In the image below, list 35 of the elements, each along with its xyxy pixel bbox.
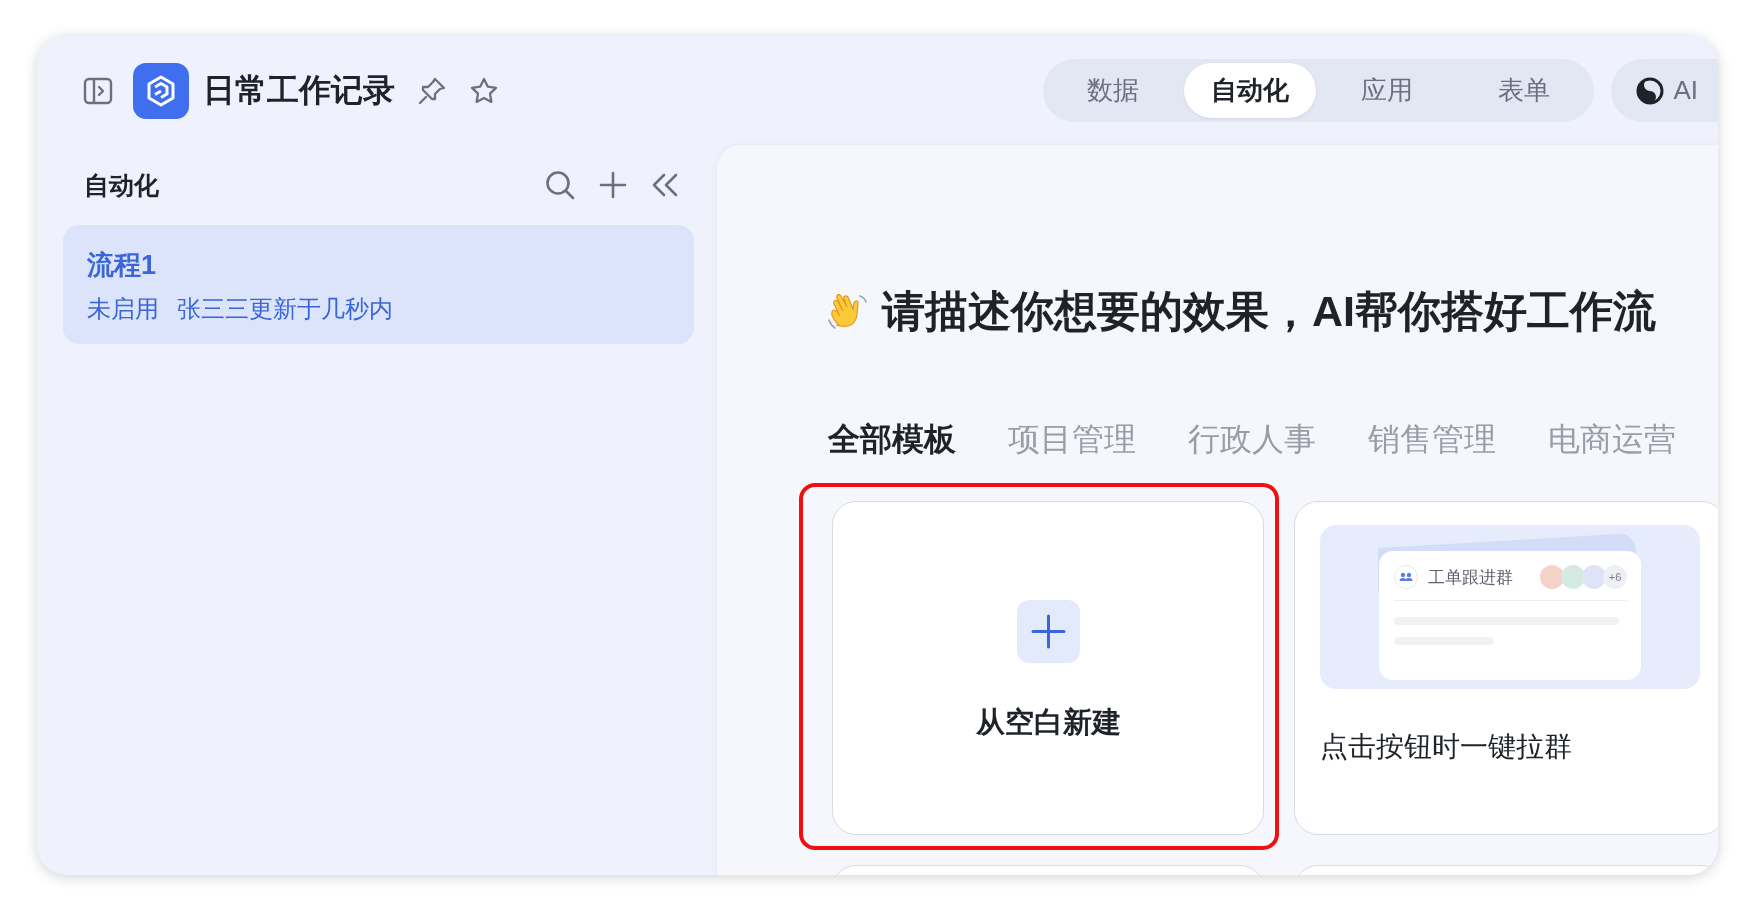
nav-tab[interactable]: 表单 xyxy=(1458,63,1591,118)
flow-title: 流程1 xyxy=(87,249,158,282)
nav-tab[interactable]: 数据 xyxy=(1047,63,1180,118)
page-heading: 请描述你想要的效果，AI帮你搭好工作流 xyxy=(882,286,1656,337)
nav-tab[interactable]: 自动化 xyxy=(1184,63,1317,118)
star-icon[interactable] xyxy=(469,75,499,106)
avatar-icon xyxy=(1582,565,1606,589)
avatar-icon xyxy=(1540,565,1564,589)
flow-list-item[interactable]: 流程1 未启用 张三三更新于几秒内 xyxy=(63,225,694,344)
template-card[interactable]: 从空白新建 xyxy=(832,501,1264,835)
avatar-icon xyxy=(1561,565,1585,589)
card-title: 从空白新建 xyxy=(975,705,1121,740)
add-icon xyxy=(1016,600,1080,663)
add-icon[interactable] xyxy=(598,170,628,200)
group-icon xyxy=(1394,565,1418,589)
template-category-tab[interactable]: 行政人事 xyxy=(1188,419,1316,459)
ai-assistant-button[interactable]: AI xyxy=(1611,59,1718,122)
card-title: 点击按钮时一键拉群 xyxy=(1320,730,1573,764)
flow-updated: 张三三更新于几秒内 xyxy=(177,294,393,324)
app-logo xyxy=(133,62,189,119)
flow-status: 未启用 xyxy=(87,294,159,324)
member-count: +6 xyxy=(1603,565,1627,589)
group-name: 工单跟进群 xyxy=(1428,566,1513,589)
template-card[interactable]: 工单跟进群 +6 点击按钮时一键拉群 xyxy=(1294,501,1718,835)
template-category-tab[interactable]: 全部模板 xyxy=(828,419,956,459)
ai-icon xyxy=(1635,75,1666,106)
pin-icon[interactable] xyxy=(417,75,447,106)
template-category-tab[interactable]: 项目管理 xyxy=(1008,419,1136,459)
nav-tab[interactable]: 应用 xyxy=(1321,63,1454,118)
sidebar-toggle-icon[interactable] xyxy=(83,75,113,106)
search-icon[interactable] xyxy=(544,169,576,201)
sidebar-title: 自动化 xyxy=(84,169,159,201)
app-title: 日常工作记录 xyxy=(203,70,395,110)
template-category-tab[interactable]: 电商运营 xyxy=(1548,419,1676,459)
template-category-tab[interactable]: 销售管理 xyxy=(1368,419,1496,459)
